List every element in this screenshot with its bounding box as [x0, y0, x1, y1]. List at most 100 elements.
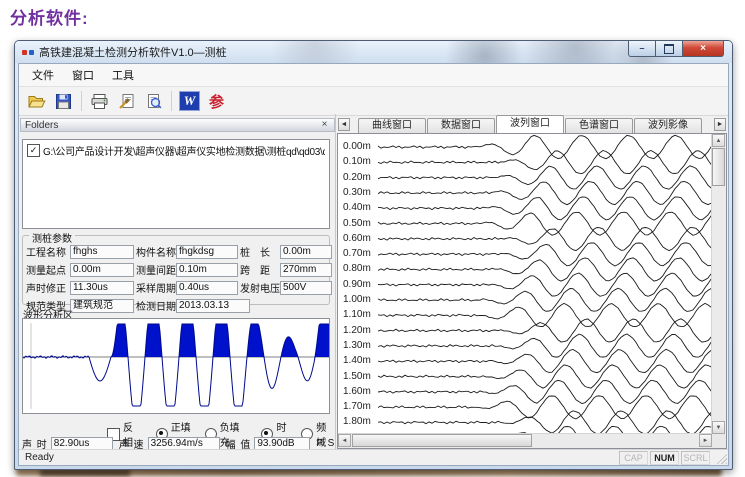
params-group-title: 测桩参数 [29, 230, 75, 245]
app-icon [22, 50, 34, 55]
file-list-item[interactable]: ✓ G:\公司产品设计开发\超声仪器\超声仪实地检测数据\测桩qd\qd03\q… [25, 142, 327, 159]
wave-trace [378, 151, 714, 174]
folders-panel-header: Folders × [20, 118, 335, 132]
tab-scroll-right-button[interactable]: ► [714, 118, 726, 131]
tab-3[interactable]: 色谱窗口 [565, 118, 633, 133]
depth-label: 1.40m [343, 355, 375, 366]
minimize-icon: – [639, 44, 644, 53]
toolbar: W 参 [19, 87, 728, 116]
vertical-scrollbar[interactable]: ▲ ▼ [711, 134, 726, 434]
param-label: 工程名称 [26, 244, 68, 259]
menu-item-2[interactable]: 工具 [103, 64, 143, 86]
param-label: 构件名称 [136, 244, 174, 259]
wave-trace [378, 181, 714, 204]
param-label: 检测日期 [136, 298, 174, 313]
file-checkbox[interactable]: ✓ [27, 144, 40, 157]
maximize-icon [664, 44, 674, 54]
print-setup-button[interactable] [113, 89, 140, 113]
wave-traces [338, 134, 715, 441]
params-button[interactable]: 参 [203, 89, 230, 113]
title-bar[interactable]: 高铁建混凝土检测分析软件V1.0—测桩 – × [15, 41, 732, 63]
depth-label: 1.50m [343, 371, 375, 382]
horizontal-scroll-thumb[interactable] [352, 434, 532, 447]
tab-0[interactable]: 曲线窗口 [358, 118, 426, 133]
open-file-button[interactable] [23, 89, 50, 113]
analysis-waveform [23, 319, 329, 413]
param-label: 桩 长 [240, 244, 278, 259]
param-field[interactable]: 建筑规范 [70, 299, 134, 313]
scroll-left-button[interactable]: ◄ [338, 434, 351, 447]
param-field[interactable]: 0.00m [70, 263, 134, 277]
wave-trace [378, 365, 714, 388]
tab-scroll-left-button[interactable]: ◄ [338, 118, 350, 131]
scroll-right-button[interactable]: ► [699, 434, 712, 447]
depth-label: 1.60m [343, 386, 375, 397]
file-list[interactable]: ✓ G:\公司产品设计开发\超声仪器\超声仪实地检测数据\测桩qd\qd03\q… [22, 139, 330, 229]
depth-label: 0.60m [343, 233, 375, 244]
param-field[interactable]: 0.40us [176, 281, 238, 295]
scroll-down-button[interactable]: ▼ [712, 421, 725, 434]
params-grid: 工程名称fhghs构件名称fhgkdsg桩 长0.00m测量起点0.00m测量间… [26, 244, 326, 295]
save-button[interactable] [50, 89, 77, 113]
vertical-scroll-thumb[interactable] [712, 148, 725, 186]
tab-4[interactable]: 波列影像 [634, 118, 702, 133]
param-field[interactable]: 500V [280, 281, 332, 295]
window-title: 高铁建混凝土检测分析软件V1.0—测桩 [39, 44, 227, 60]
export-word-button[interactable]: W [176, 89, 203, 113]
maximize-button[interactable] [655, 41, 683, 57]
wave-panel: ◄ 曲线窗口数据窗口波列窗口色谱窗口波列影像 ► 0.00m0.10m0.20m… [335, 114, 728, 450]
horizontal-scrollbar[interactable]: ◄ ► [338, 433, 712, 448]
param-label: 采样周期 [136, 280, 174, 295]
menu-item-1[interactable]: 窗口 [63, 64, 103, 86]
page-title: 分析软件: [10, 4, 89, 29]
depth-label: 0.10m [343, 156, 375, 167]
param-label: 声时修正 [26, 280, 68, 295]
print-button[interactable] [86, 89, 113, 113]
wave-trace [378, 258, 714, 281]
depth-label: 1.70m [343, 401, 375, 412]
tab-1[interactable]: 数据窗口 [427, 118, 495, 133]
wave-trace [378, 396, 714, 419]
depth-labels: 0.00m0.10m0.20m0.30m0.40m0.50m0.60m0.70m… [338, 134, 374, 448]
depth-label: 0.70m [343, 248, 375, 259]
waveform-plot[interactable] [22, 318, 330, 414]
tabs: 曲线窗口数据窗口波列窗口色谱窗口波列影像 [358, 116, 703, 133]
menu-bar: 文件窗口工具 [19, 64, 728, 87]
param-field[interactable]: 11.30us [70, 281, 134, 295]
scroll-up-button[interactable]: ▲ [712, 134, 725, 147]
depth-label: 0.20m [343, 172, 375, 183]
tab-2[interactable]: 波列窗口 [496, 115, 564, 133]
depth-label: 0.80m [343, 263, 375, 274]
scrollbar-corner [712, 434, 726, 448]
print-preview-button[interactable] [140, 89, 167, 113]
param-field[interactable]: 270mm [280, 263, 332, 277]
depth-label: 1.00m [343, 294, 375, 305]
param-label: 测量起点 [26, 262, 68, 277]
minimize-button[interactable]: – [628, 41, 656, 57]
status-bar: Ready CAPNUMSCRL [19, 449, 728, 465]
wave-trace [378, 166, 714, 189]
folders-close-button[interactable]: × [319, 120, 330, 130]
wave-trace [378, 303, 714, 326]
wave-list[interactable]: 0.00m0.10m0.20m0.30m0.40m0.50m0.60m0.70m… [337, 133, 727, 449]
resize-grip[interactable] [714, 451, 727, 464]
status-text: Ready [19, 452, 54, 463]
param-field[interactable]: 0.10m [176, 263, 238, 277]
depth-label: 1.30m [343, 340, 375, 351]
param-field[interactable]: 0.00m [280, 245, 332, 259]
wave-trace [378, 135, 714, 158]
param-field[interactable]: fhgkdsg [176, 245, 238, 259]
desktop-background-blob [40, 469, 130, 476]
indicator-num: NUM [650, 451, 679, 465]
close-button[interactable]: × [682, 41, 724, 57]
param-field[interactable]: fhghs [70, 245, 134, 259]
printer-icon [90, 93, 109, 110]
param-label: 测量间距 [136, 262, 174, 277]
save-icon [55, 93, 72, 110]
indicator-cap: CAP [619, 451, 648, 465]
param-field[interactable]: 2013.03.13 [176, 299, 250, 313]
window-client-area: 文件窗口工具 [18, 63, 729, 466]
menu-item-0[interactable]: 文件 [23, 64, 63, 86]
wave-trace [378, 411, 714, 434]
depth-label: 0.50m [343, 218, 375, 229]
